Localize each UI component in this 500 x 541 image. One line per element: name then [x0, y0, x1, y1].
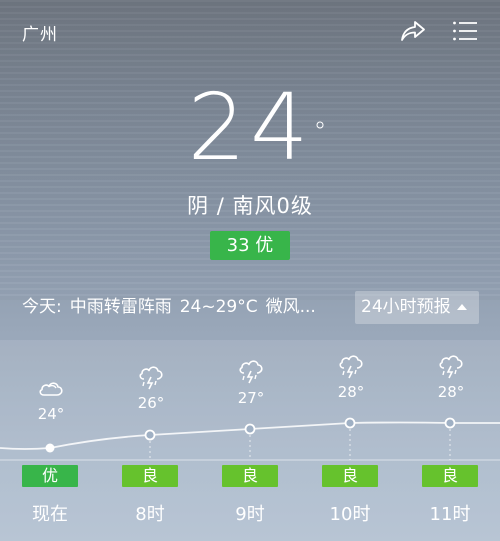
- thunderstorm-icon: [337, 353, 365, 379]
- share-button[interactable]: [398, 16, 428, 46]
- hour-aqi-badge: 良: [422, 465, 478, 487]
- city-name[interactable]: 广州: [22, 20, 58, 45]
- forecast-toggle-button[interactable]: 24小时预报: [355, 291, 479, 324]
- forecast-toggle-label: 24小时预报: [361, 297, 451, 317]
- curve-point-10: [344, 417, 356, 429]
- today-temperature-range: 24~29°C: [179, 297, 258, 317]
- current-temperature-block: 24 °: [0, 78, 500, 178]
- current-condition: 阴 / 南风0级: [187, 194, 313, 218]
- hour-label: 11时: [429, 504, 471, 525]
- share-icon: [401, 21, 425, 41]
- today-label: 今天:: [22, 297, 62, 317]
- today-weather: 中雨转雷阵雨: [69, 297, 172, 317]
- caret-up-icon: [456, 304, 467, 310]
- thunderstorm-icon: [237, 358, 265, 384]
- aqi-badge[interactable]: 33 优: [210, 231, 290, 260]
- curve-point-8: [144, 429, 156, 441]
- hour-temp: 28°: [337, 383, 365, 401]
- curve-point-now: [45, 443, 55, 453]
- today-wind: 微风...: [265, 297, 316, 317]
- hour-temp: 26°: [137, 394, 165, 412]
- hour-temp: 27°: [237, 389, 265, 407]
- hour-aqi-badge: 良: [322, 465, 378, 487]
- current-temperature: 24: [187, 74, 313, 181]
- today-summary: 今天: 中雨转雷阵雨 24~29°C 微风...: [22, 295, 324, 319]
- hour-aqi-badge: 良: [222, 465, 278, 487]
- degree-symbol: °: [313, 117, 331, 147]
- thunderstorm-icon: [437, 353, 465, 379]
- hour-temp: 28°: [437, 383, 465, 401]
- menu-icon: [453, 21, 477, 41]
- hour-label: 10时: [329, 504, 371, 525]
- hour-label: 现在: [32, 504, 68, 525]
- hour-temp: 24°: [37, 405, 65, 423]
- cloudy-icon: [37, 376, 65, 400]
- hour-aqi-badge: 优: [22, 465, 78, 487]
- curve-point-11: [444, 417, 456, 429]
- menu-button[interactable]: [450, 16, 480, 46]
- hour-label: 9时: [235, 504, 265, 525]
- hour-aqi-badge: 良: [122, 465, 178, 487]
- hour-label: 8时: [135, 504, 165, 525]
- curve-point-9: [244, 423, 256, 435]
- thunderstorm-icon: [137, 364, 165, 390]
